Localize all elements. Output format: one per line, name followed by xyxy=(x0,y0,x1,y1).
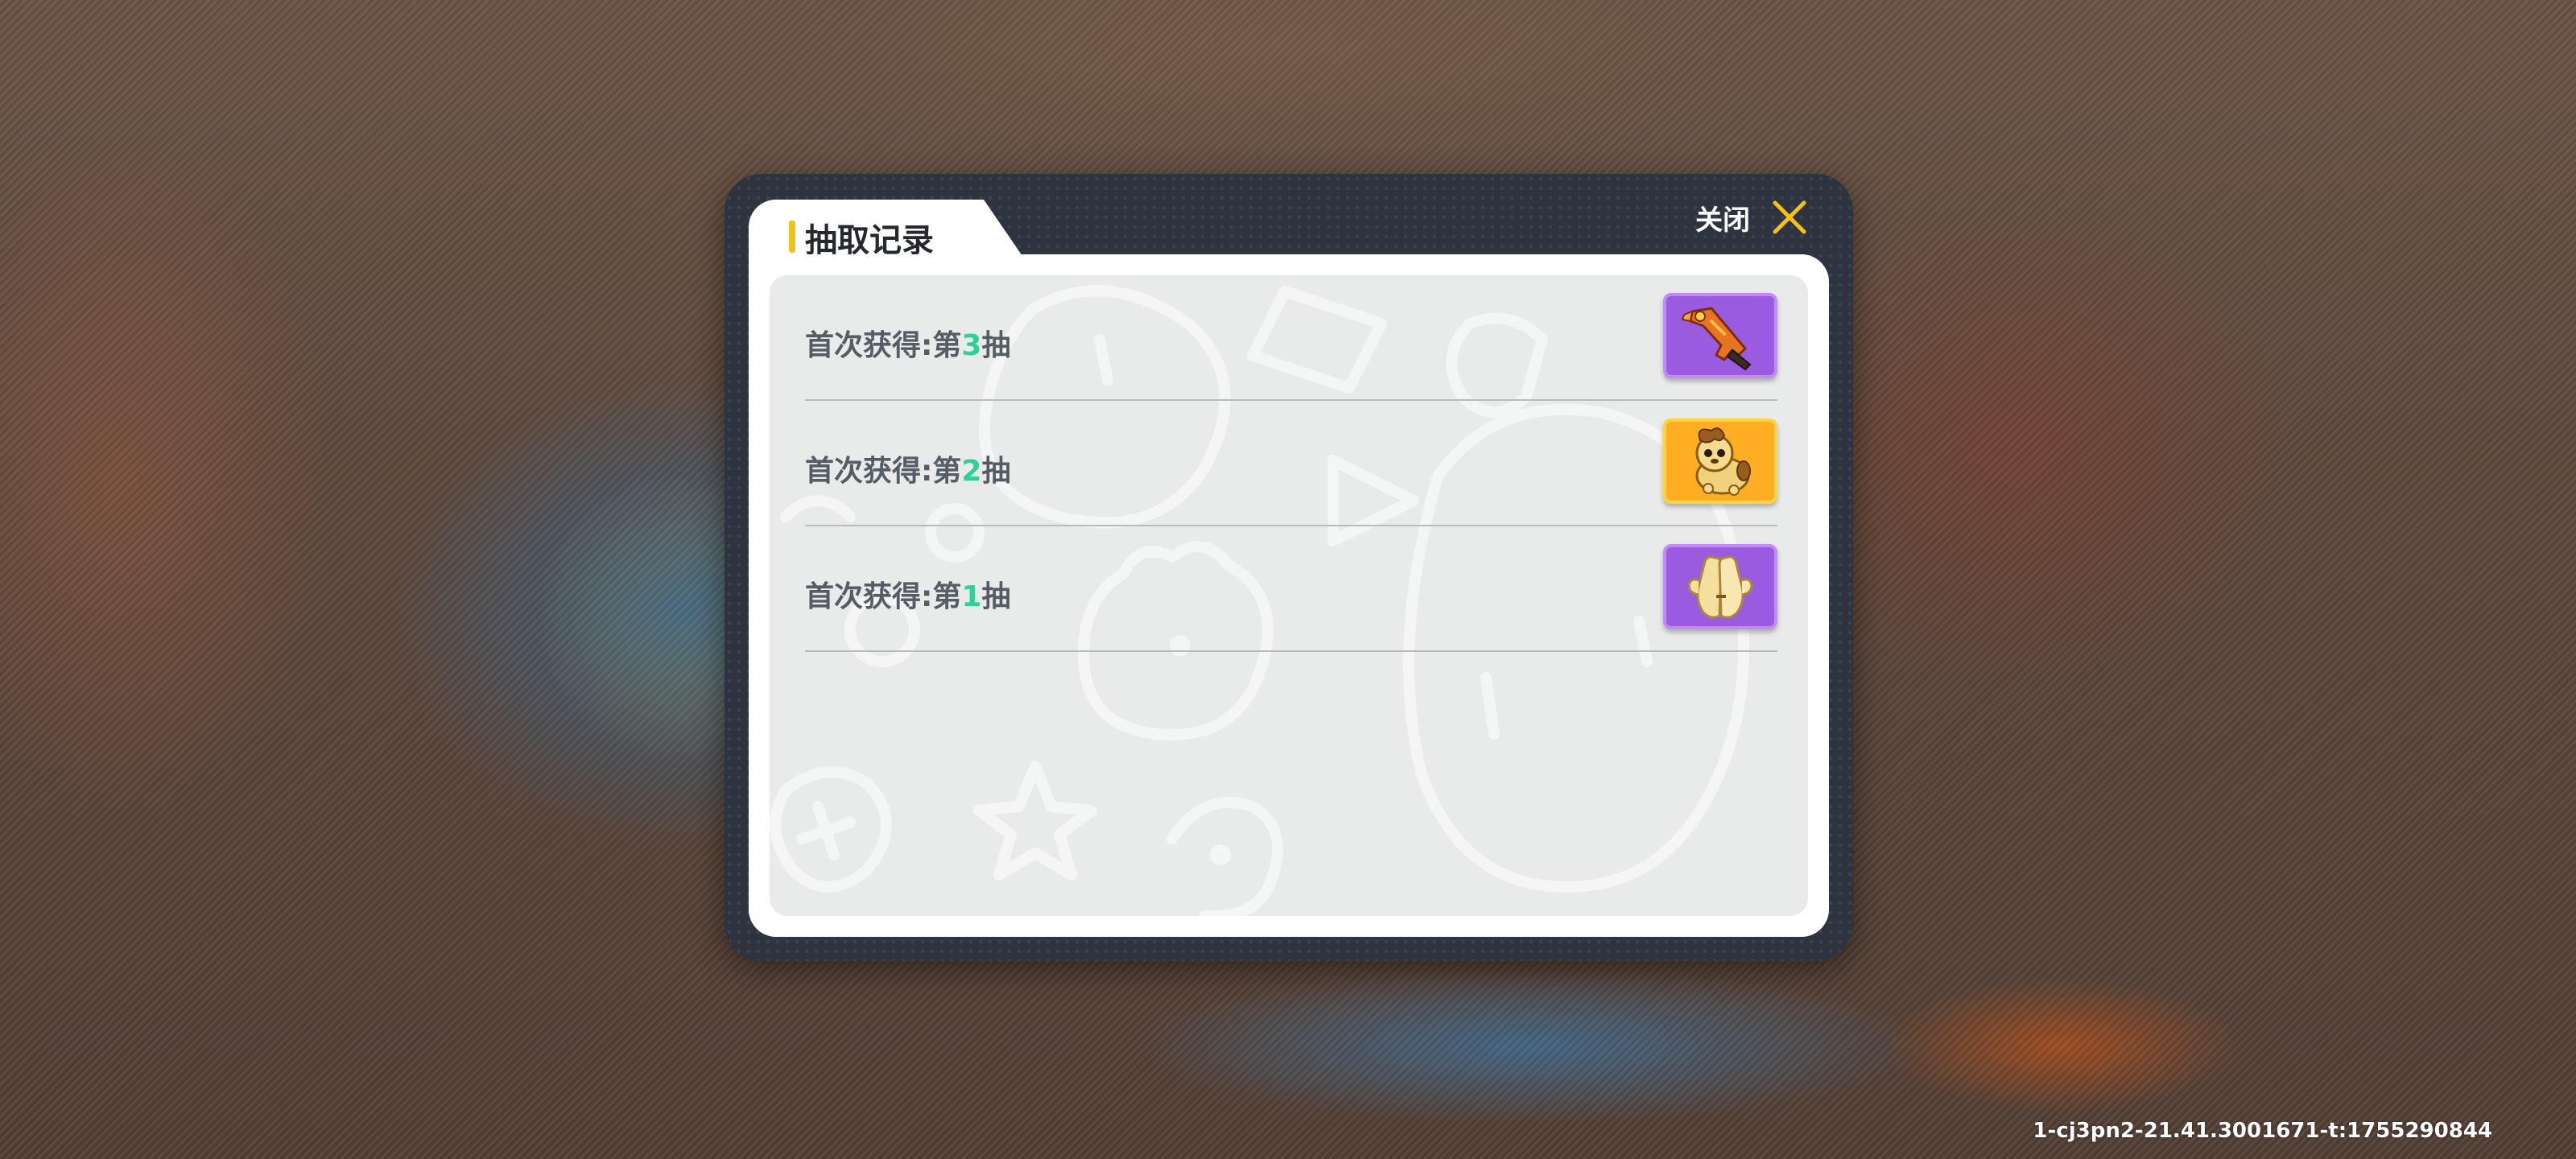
toy-gun-icon xyxy=(1681,307,1752,371)
close-label: 关闭 xyxy=(1695,204,1750,237)
record-text: 首次获得:第2抽 xyxy=(805,455,1011,488)
record-list: 首次获得:第3抽 首次获得:第2抽 首次获得:第1抽 xyxy=(805,275,1777,652)
record-list-area: 首次获得:第3抽 首次获得:第2抽 首次获得:第1抽 xyxy=(770,275,1808,916)
record-row: 首次获得:第1抽 xyxy=(805,526,1777,652)
gloves-icon xyxy=(1687,555,1753,619)
close-icon xyxy=(1773,200,1806,234)
record-text: 首次获得:第1抽 xyxy=(805,580,1011,613)
draw-number: 3 xyxy=(961,329,982,362)
draw-record-dialog: 抽取记录 关闭 首次获得:第3抽 首次获得:第2抽 首次获得:第1抽 xyxy=(724,174,1853,961)
title-accent-bar xyxy=(789,221,795,253)
record-text: 首次获得:第3抽 xyxy=(805,329,1011,362)
record-row: 首次获得:第3抽 xyxy=(805,275,1777,401)
close-button[interactable]: 关闭 xyxy=(1695,195,1808,240)
puppy-icon xyxy=(1695,427,1751,496)
build-id-watermark: 1-cj3pn2-21.41.3001671-t:1755290844 xyxy=(2033,1119,2492,1143)
draw-number: 2 xyxy=(961,455,982,488)
item-slot[interactable] xyxy=(1663,293,1777,378)
draw-number: 1 xyxy=(961,580,982,613)
content-panel: 首次获得:第3抽 首次获得:第2抽 首次获得:第1抽 xyxy=(749,254,1829,937)
record-row: 首次获得:第2抽 xyxy=(805,401,1777,526)
item-slot[interactable] xyxy=(1663,419,1777,504)
item-slot[interactable] xyxy=(1663,544,1777,629)
